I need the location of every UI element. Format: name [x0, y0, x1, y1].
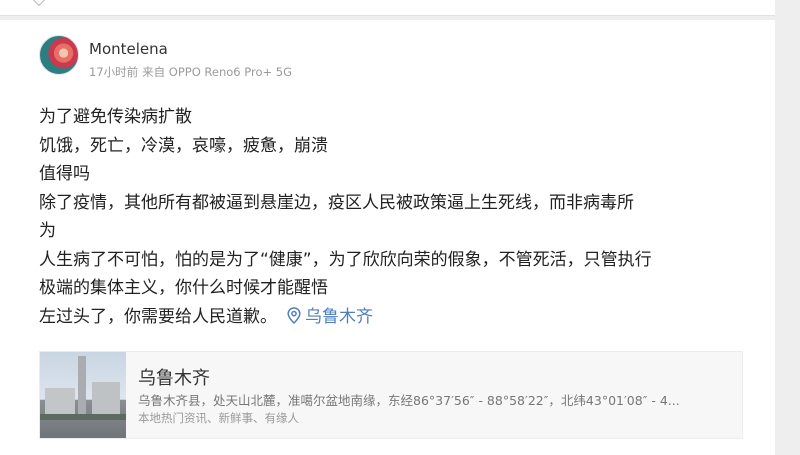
- post-line: 饥饿，死亡，冷漠，哀嚎，疲惫，崩溃: [39, 135, 328, 156]
- post-card: Montelena 17小时前 来自 OPPO Reno6 Pro+ 5G 为了避…: [0, 20, 775, 455]
- post-line: 人生病了不可怕，怕的是为了“健康”，为了欣欣向荣的假象，不管死活，只管执行: [39, 249, 652, 270]
- location-subtitle: 本地热门资讯、新鲜事、有缘人: [138, 411, 299, 425]
- author-name[interactable]: Montelena: [89, 40, 168, 58]
- post-line-last: 左过头了，你需要给人民道歉。 乌鲁木齐: [39, 303, 759, 332]
- post-line: 值得吗: [39, 164, 90, 184]
- post-line: 为了避免传染病扩散: [39, 107, 192, 127]
- previous-post-card: [0, 0, 775, 16]
- location-link-label: 乌鲁木齐: [305, 306, 373, 327]
- location-link[interactable]: 乌鲁木齐: [287, 307, 373, 327]
- avatar[interactable]: [39, 35, 79, 75]
- post-last-text: 左过头了，你需要给人民道歉。: [39, 306, 277, 327]
- scrollbar[interactable]: [775, 0, 800, 455]
- location-title: 乌鲁木齐: [138, 368, 210, 389]
- location-card[interactable]: 乌鲁木齐 乌鲁木齐县，处天山北麓，准噶尔盆地南缘，东经86°37′56″ - 8…: [39, 351, 743, 439]
- location-thumbnail: [40, 352, 126, 438]
- post-source: 来自 OPPO Reno6 Pro+ 5G: [142, 65, 293, 79]
- post-line: 极端的集体主义，你什么时候才能醒悟: [39, 278, 328, 298]
- location-description: 乌鲁木齐县，处天山北麓，准噶尔盆地南缘，东经86°37′56″ - 88°58′…: [138, 393, 680, 408]
- location-pin-icon: [287, 306, 301, 324]
- post-content: 为了避免传染病扩散 饥饿，死亡，冷漠，哀嚎，疲惫，崩溃 值得吗 除了疫情，其他所…: [39, 103, 759, 331]
- chevron-down-icon[interactable]: [31, 0, 47, 7]
- post-meta: 17小时前 来自 OPPO Reno6 Pro+ 5G: [89, 64, 296, 80]
- post-line: 除了疫情，其他所有都被逼到悬崖边，疫区人民被政策逼上生死线，而非病毒所: [39, 192, 634, 213]
- post-time[interactable]: 17小时前: [89, 65, 138, 79]
- post-line: 为: [39, 221, 56, 241]
